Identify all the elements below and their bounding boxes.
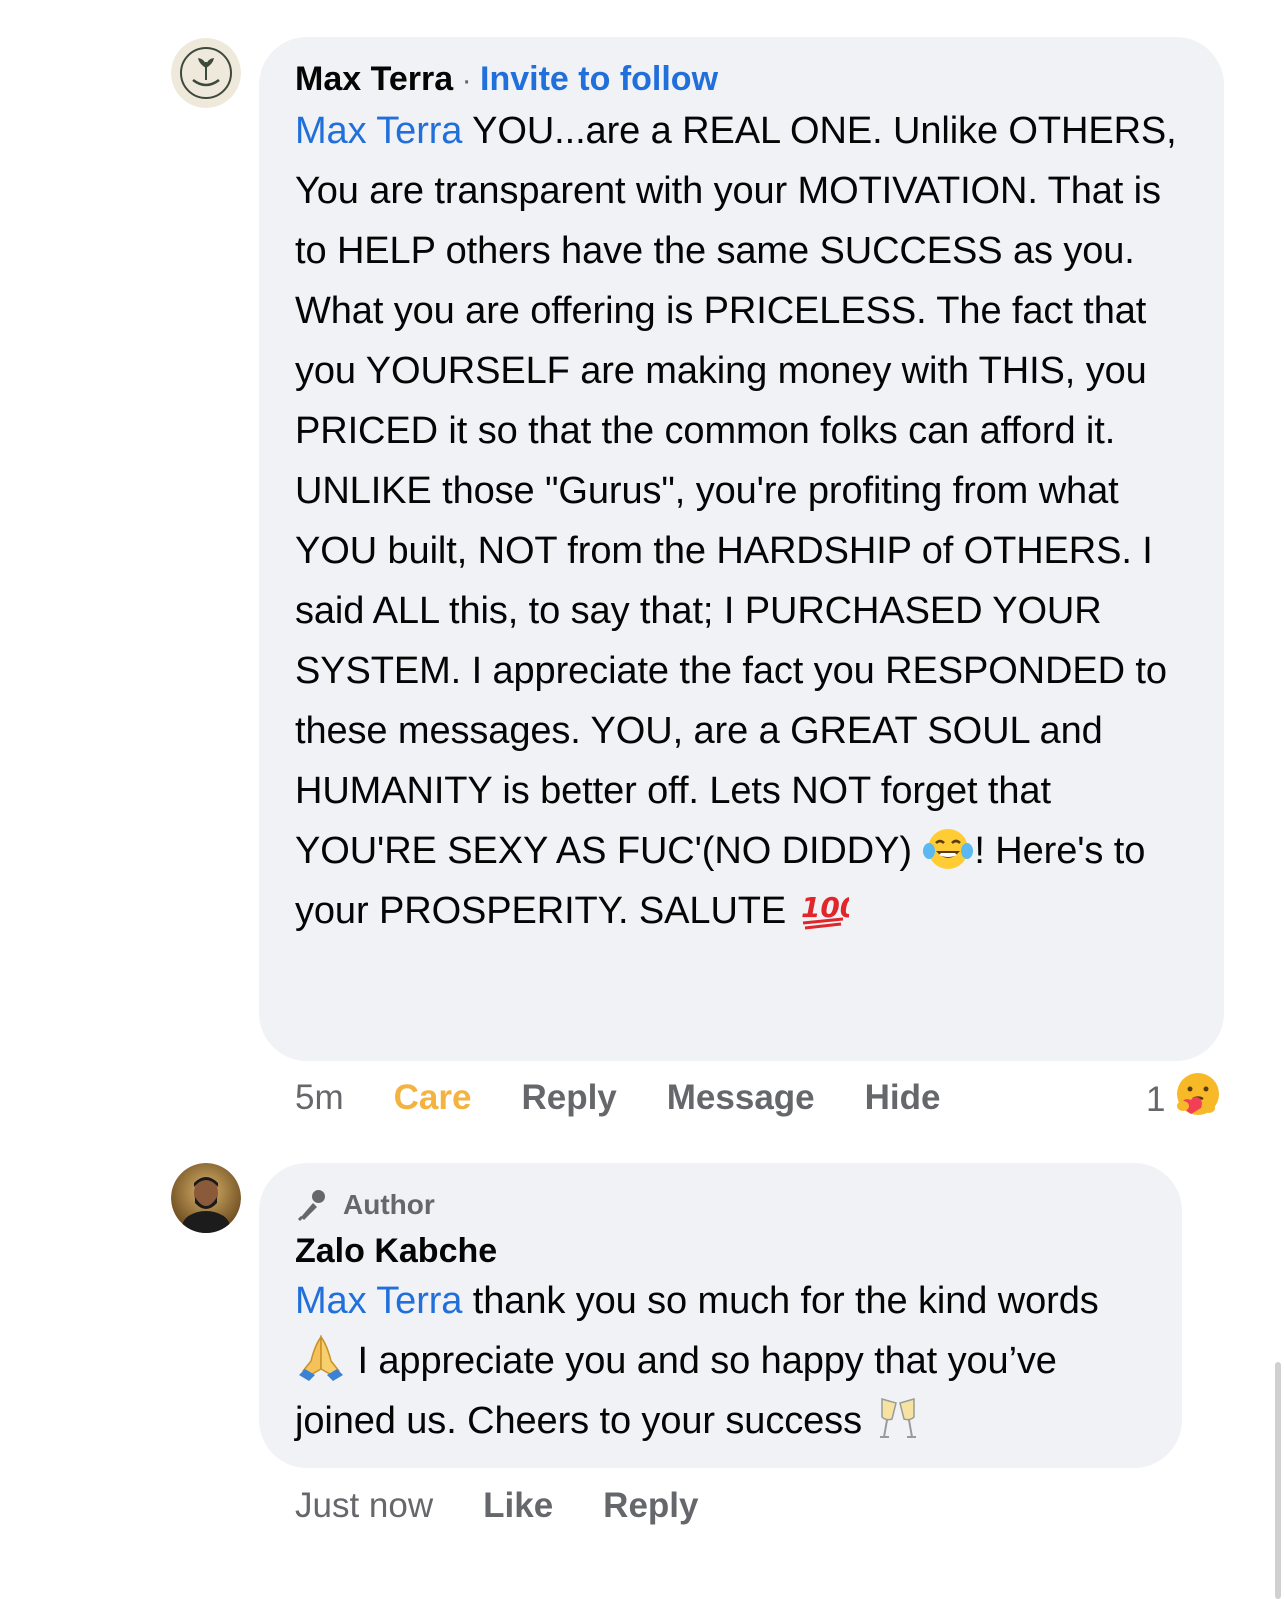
author-badge: Author bbox=[295, 1187, 1152, 1223]
author-badge-label: Author bbox=[343, 1189, 435, 1220]
clinking-glasses-emoji bbox=[872, 1395, 924, 1441]
separator-dot: · bbox=[461, 64, 472, 97]
reply-text: Max Terra thank you so much for the kind… bbox=[295, 1271, 1152, 1451]
comment-bubble: Max Terra · Invite to follow Max Terra Y… bbox=[259, 37, 1224, 1061]
scrollbar[interactable] bbox=[1275, 1362, 1281, 1599]
care-reaction-icon bbox=[1173, 1070, 1223, 1129]
laughing-crying-emoji bbox=[922, 825, 974, 871]
reply-text-part-2: I appreciate you and so happy that you’v… bbox=[295, 1340, 1057, 1442]
reaction-count: 1 bbox=[1146, 1079, 1166, 1119]
comment-actions: 5m Care Reply Message Hide bbox=[295, 1076, 991, 1120]
avatar-zalo-kabche[interactable] bbox=[171, 1163, 241, 1233]
invite-to-follow-link[interactable]: Invite to follow bbox=[480, 60, 718, 98]
comment-header: Max Terra · Invite to follow bbox=[295, 59, 1194, 99]
care-reaction-button[interactable]: Care bbox=[394, 1078, 472, 1118]
hide-button[interactable]: Hide bbox=[865, 1078, 941, 1118]
reply-timestamp[interactable]: Just now bbox=[295, 1486, 433, 1526]
message-button[interactable]: Message bbox=[667, 1078, 815, 1118]
folded-hands-emoji bbox=[295, 1334, 347, 1381]
reply-text-part-1: thank you so much for the kind words bbox=[462, 1280, 1099, 1322]
reply-mention-link[interactable]: Max Terra bbox=[295, 1280, 462, 1322]
comment-text-part-1: YOU...are a REAL ONE. Unlike OTHERS, You… bbox=[295, 110, 1177, 872]
microphone-icon bbox=[295, 1187, 331, 1223]
hundred-points-emoji: 100 bbox=[797, 885, 859, 931]
reply-actions: Just now Like Reply bbox=[295, 1484, 748, 1528]
comment-timestamp[interactable]: 5m bbox=[295, 1078, 344, 1118]
reply-button[interactable]: Reply bbox=[521, 1078, 616, 1118]
comment-author-name[interactable]: Max Terra bbox=[295, 60, 453, 98]
reply-author-name[interactable]: Zalo Kabche bbox=[295, 1231, 1152, 1271]
avatar-max-terra[interactable] bbox=[171, 38, 241, 108]
comment-text: Max Terra YOU...are a REAL ONE. Unlike O… bbox=[295, 101, 1194, 941]
reply-button-2[interactable]: Reply bbox=[603, 1486, 698, 1526]
reaction-summary[interactable]: 1 bbox=[1146, 1070, 1223, 1129]
mention-link[interactable]: Max Terra bbox=[295, 110, 462, 152]
like-button[interactable]: Like bbox=[483, 1486, 553, 1526]
reply-bubble: Author Zalo Kabche Max Terra thank you s… bbox=[259, 1163, 1182, 1468]
